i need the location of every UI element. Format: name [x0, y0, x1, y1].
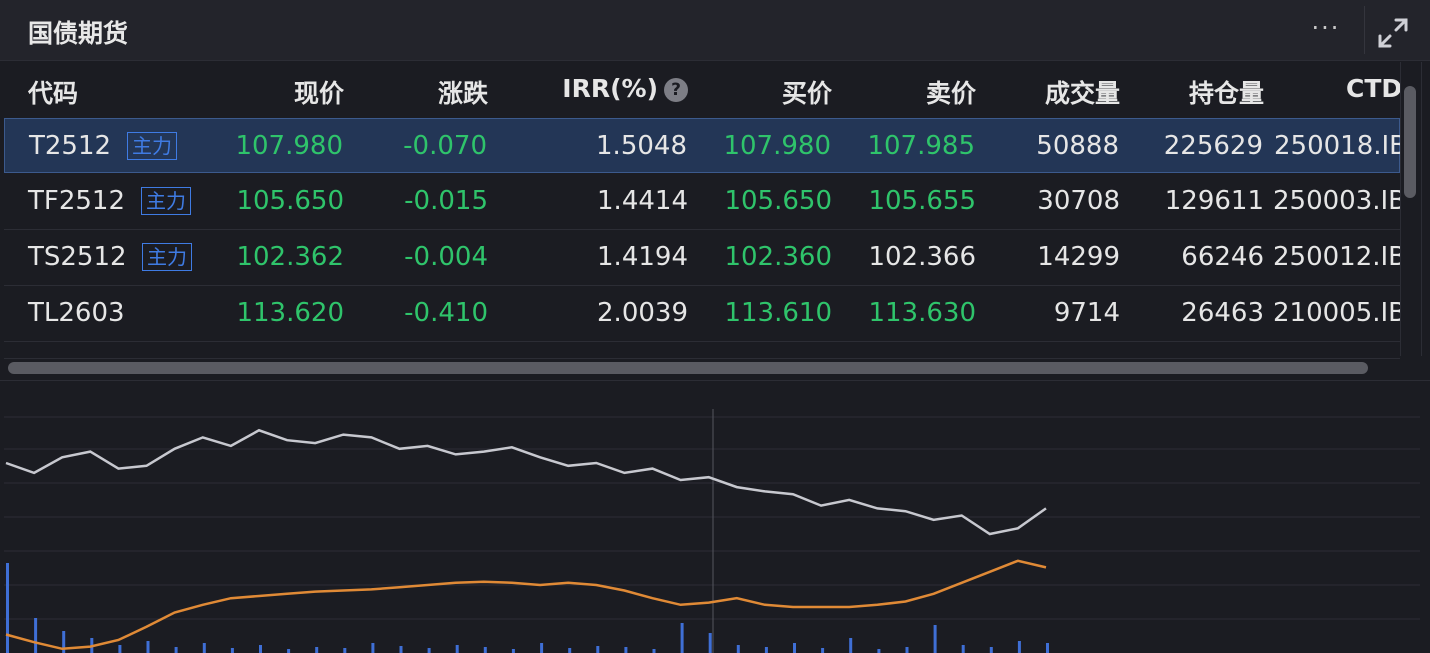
volume-bar: [511, 649, 515, 653]
row-oi: 129611: [1164, 186, 1264, 216]
volume-bar: [849, 638, 853, 653]
row-code: TF2512: [28, 186, 126, 216]
row-volume: 14299: [1037, 242, 1120, 272]
volume-bar: [933, 625, 937, 653]
volume-bar: [568, 648, 572, 653]
col-header-irr[interactable]: IRR(%)?: [562, 74, 688, 103]
row-irr: 1.4414: [597, 186, 688, 216]
price-line: [5, 428, 1047, 536]
futures-table: 代码 现价 涨跌 IRR(%)? 买价 卖价 成交量 持仓量 CTD T2512…: [4, 62, 1400, 358]
row-price: 113.620: [236, 298, 344, 328]
volume-bar: [427, 648, 431, 653]
row-ask: 102.366: [868, 242, 976, 272]
row-ask: 107.985: [867, 131, 975, 161]
vertical-scroll-thumb[interactable]: [1404, 86, 1416, 198]
volume-bar: [230, 648, 234, 653]
row-bid: 107.980: [723, 131, 831, 161]
volume-bar: [708, 633, 712, 653]
row-price: 105.650: [236, 186, 344, 216]
row-irr: 1.4194: [597, 242, 688, 272]
row-code: TL2603: [28, 298, 125, 328]
bond-futures-panel: 国债期货 ··· 代码 现价 涨跌 IRR(%)? 买价 卖价 成交量 持仓量 …: [0, 0, 1430, 653]
volume-bar: [34, 618, 38, 653]
row-volume: 9714: [1053, 298, 1120, 328]
volume-bar: [624, 647, 628, 653]
volume-bar: [287, 649, 291, 653]
row-ask: 105.655: [868, 186, 976, 216]
intraday-chart[interactable]: [0, 380, 1430, 653]
col-header-volume[interactable]: 成交量: [1045, 74, 1120, 110]
row-change: -0.070: [403, 131, 487, 161]
row-change: -0.004: [404, 242, 488, 272]
panel-header: 国债期货 ···: [0, 0, 1430, 61]
volume-bar: [905, 647, 909, 653]
main-contract-badge: 主力: [141, 187, 191, 215]
volume-bar: [6, 563, 9, 653]
row-irr: 2.0039: [597, 298, 688, 328]
expand-icon[interactable]: [1376, 16, 1410, 50]
col-header-code[interactable]: 代码: [28, 74, 78, 110]
row-code: T2512: [29, 131, 112, 161]
col-header-ask[interactable]: 卖价: [926, 74, 976, 110]
header-divider: [1364, 6, 1365, 54]
col-header-change[interactable]: 涨跌: [438, 74, 488, 110]
intraday-chart-svg: [4, 409, 1420, 653]
main-contract-badge: 主力: [127, 132, 177, 160]
row-bid: 113.610: [724, 298, 832, 328]
volume-bar: [315, 647, 319, 653]
panel-title: 国债期货: [28, 19, 129, 48]
col-header-irr-label: IRR(%): [562, 74, 658, 103]
expand-icon-svg: [1378, 18, 1408, 48]
row-oi: 225629: [1163, 131, 1263, 161]
row-change: -0.410: [404, 298, 488, 328]
row-ctd: 250012.IB: [1273, 242, 1400, 272]
row-bid: 105.650: [724, 186, 832, 216]
table-row[interactable]: TL2603 113.620 -0.410 2.0039 113.610 113…: [4, 286, 1400, 342]
volume-bar: [652, 649, 656, 653]
table-header: 代码 现价 涨跌 IRR(%)? 买价 卖价 成交量 持仓量 CTD: [4, 62, 1400, 118]
row-ctd: 250003.IB: [1273, 186, 1400, 216]
volume-bar: [174, 647, 178, 653]
row-ctd: 210005.IB: [1273, 298, 1400, 328]
col-header-oi[interactable]: 持仓量: [1189, 74, 1264, 110]
row-ask: 113.630: [868, 298, 976, 328]
more-options-button[interactable]: ···: [1306, 14, 1346, 46]
col-header-bid[interactable]: 买价: [782, 74, 832, 110]
volume-bar: [146, 641, 150, 653]
volume-bar: [1017, 641, 1021, 653]
volume-bar: [764, 647, 768, 653]
row-code: TS2512: [28, 242, 127, 272]
row-price: 102.362: [236, 242, 344, 272]
row-ctd: 250018.IB: [1274, 131, 1400, 161]
row-change: -0.015: [404, 186, 488, 216]
table-row[interactable]: T2512 主力 107.980 -0.070 1.5048 107.980 1…: [4, 118, 1400, 173]
average-price-line: [5, 559, 1047, 651]
horizontal-scroll-thumb[interactable]: [8, 362, 1368, 374]
row-oi: 66246: [1181, 242, 1264, 272]
col-header-ctd[interactable]: CTD: [1346, 74, 1400, 103]
row-irr: 1.5048: [596, 131, 687, 161]
row-bid: 102.360: [724, 242, 832, 272]
table-row[interactable]: TS2512 主力 102.362 -0.004 1.4194 102.360 …: [4, 230, 1400, 286]
row-volume: 30708: [1037, 186, 1120, 216]
volume-bar: [877, 649, 881, 653]
row-price: 107.980: [235, 131, 343, 161]
table-row[interactable]: TF2512 主力 105.650 -0.015 1.4414 105.650 …: [4, 174, 1400, 230]
volume-bar: [821, 648, 825, 653]
col-header-price[interactable]: 现价: [294, 74, 344, 110]
help-icon[interactable]: ?: [664, 78, 688, 102]
main-contract-badge: 主力: [142, 243, 192, 271]
row-oi: 26463: [1181, 298, 1264, 328]
volume-bar: [989, 647, 993, 653]
volume-bar: [680, 623, 684, 653]
volume-bar: [343, 648, 347, 653]
volume-bar: [483, 647, 487, 653]
row-volume: 50888: [1036, 131, 1119, 161]
